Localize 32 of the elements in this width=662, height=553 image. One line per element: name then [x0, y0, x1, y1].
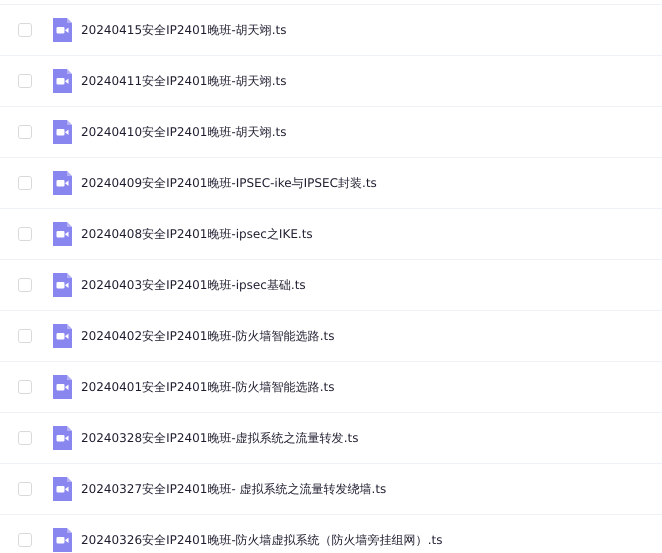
video-file-icon [53, 426, 72, 450]
video-file-icon [53, 273, 72, 297]
checkbox[interactable] [18, 380, 32, 394]
file-name[interactable]: 20240401安全IP2401晚班-防火墙智能选路.ts [81, 378, 334, 396]
file-name[interactable]: 20240402安全IP2401晚班-防火墙智能选路.ts [81, 328, 334, 344]
checkbox[interactable] [18, 533, 32, 547]
checkbox[interactable] [18, 74, 32, 88]
checkbox[interactable] [18, 431, 32, 445]
checkbox[interactable] [18, 176, 32, 190]
checkbox[interactable] [18, 329, 32, 343]
video-file-icon [53, 477, 72, 501]
checkbox[interactable] [18, 278, 32, 292]
video-file-icon [53, 18, 72, 42]
file-name[interactable]: 20240411安全IP2401晚班-胡天翊.ts [81, 72, 286, 90]
checkbox[interactable] [18, 482, 32, 496]
file-name[interactable]: 20240326安全IP2401晚班-防火墙虚拟系统（防火墙旁挂组网）.ts [81, 532, 442, 548]
file-name[interactable]: 20240410安全IP2401晚班-胡天翊.ts [81, 124, 286, 140]
file-name[interactable]: 20240403安全IP2401晚班-ipsec基础.ts [81, 276, 306, 294]
video-file-icon [53, 69, 72, 93]
video-file-icon [53, 222, 72, 246]
checkbox[interactable] [18, 125, 32, 139]
file-name[interactable]: 20240415安全IP2401晚班-胡天翊.ts [81, 22, 286, 38]
video-file-icon [53, 120, 72, 144]
video-file-icon [53, 171, 72, 195]
video-file-icon [53, 324, 72, 348]
file-name[interactable]: 20240327安全IP2401晚班- 虚拟系统之流量转发绕墙.ts [81, 480, 386, 498]
file-name[interactable]: 20240408安全IP2401晚班-ipsec之IKE.ts [81, 226, 313, 242]
file-name[interactable]: 20240328安全IP2401晚班-虚拟系统之流量转发.ts [81, 430, 358, 446]
checkbox[interactable] [18, 227, 32, 241]
video-file-icon [53, 375, 72, 399]
file-name[interactable]: 20240409安全IP2401晚班-IPSEC-ike与IPSEC封装.ts [81, 174, 377, 192]
checkbox[interactable] [18, 23, 32, 37]
